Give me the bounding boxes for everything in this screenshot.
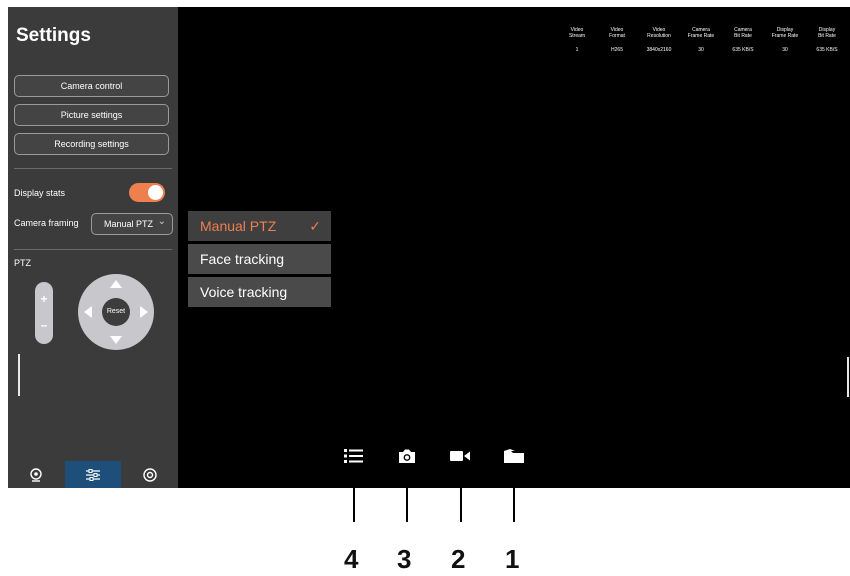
list-icon — [344, 449, 363, 463]
option-face-tracking[interactable]: Face tracking — [188, 244, 331, 274]
stat-value: 635 KB/S — [816, 47, 838, 53]
snapshot-button[interactable] — [396, 447, 418, 465]
callout-number-2: 2 — [451, 544, 466, 574]
gear-icon — [143, 467, 157, 482]
option-label: Face tracking — [200, 251, 285, 267]
option-voice-tracking[interactable]: Voice tracking — [188, 277, 331, 307]
stat-video-stream: Video Stream 1 — [556, 27, 598, 53]
stat-header: Frame Rate — [771, 33, 799, 39]
sidebar-scrollbar[interactable] — [18, 354, 20, 396]
zoom-out-button[interactable]: – — [35, 318, 53, 332]
stat-header: Resolution — [647, 33, 671, 39]
webcam-icon — [30, 467, 42, 482]
callout-number-3: 3 — [397, 544, 412, 574]
callout-number-4: 4 — [344, 544, 359, 574]
callout-line-3 — [406, 478, 408, 522]
checkmark-icon: ✓ — [309, 218, 321, 234]
camera-tab[interactable] — [8, 461, 64, 488]
pan-left-arrow[interactable] — [84, 306, 92, 318]
pan-right-arrow[interactable] — [140, 306, 148, 318]
zoom-control: + – — [35, 282, 53, 344]
record-button[interactable] — [449, 447, 471, 465]
camera-control-button[interactable]: Camera control — [14, 75, 169, 97]
stat-video-resolution: Video Resolution 3840x2160 — [638, 27, 680, 53]
stat-value: 30 — [698, 47, 704, 53]
list-button[interactable] — [343, 447, 365, 465]
camera-framing-value: Manual PTZ — [104, 219, 154, 229]
option-label: Manual PTZ — [200, 218, 277, 234]
stat-value: 30 — [782, 47, 788, 53]
stat-value: 1 — [575, 47, 579, 53]
ptz-label: PTZ — [14, 258, 31, 268]
stat-header: Frame Rate — [687, 33, 715, 39]
stat-display-frame-rate: Display Frame Rate 30 — [764, 27, 806, 53]
pan-tilt-dpad: Reset — [78, 274, 154, 350]
video-camera-icon — [450, 451, 470, 461]
stat-value: 635 KB/S — [732, 47, 754, 53]
display-stats-toggle[interactable] — [129, 183, 165, 202]
pan-up-arrow[interactable] — [110, 280, 122, 288]
stat-header: Bit Rate — [818, 33, 836, 39]
page-title: Settings — [16, 25, 91, 46]
stat-video-format: Video Format H265 — [596, 27, 638, 53]
option-label: Voice tracking — [200, 284, 288, 300]
callout-number-1: 1 — [505, 544, 520, 574]
sliders-tab[interactable] — [65, 461, 121, 488]
camera-framing-label: Camera framing — [14, 218, 79, 228]
callout-line-2 — [460, 478, 462, 522]
recording-settings-button[interactable]: Recording settings — [14, 133, 169, 155]
option-manual-ptz[interactable]: Manual PTZ ✓ — [188, 211, 331, 241]
stat-value: 3840x2160 — [646, 47, 672, 53]
settings-tab[interactable] — [122, 461, 178, 488]
camera-framing-select[interactable]: Manual PTZ ⌄ — [91, 213, 173, 235]
sliders-icon — [86, 468, 100, 481]
stat-header: Bit Rate — [734, 33, 752, 39]
chevron-down-icon: ⌄ — [157, 216, 166, 227]
picture-settings-button[interactable]: Picture settings — [14, 104, 169, 126]
gallery-button[interactable] — [503, 447, 525, 465]
display-stats-label: Display stats — [14, 188, 66, 198]
stat-display-bit-rate: Display Bit Rate 635 KB/S — [806, 27, 848, 53]
zoom-in-button[interactable]: + — [35, 292, 53, 306]
camera-icon — [399, 449, 415, 463]
stat-header: Stream — [568, 33, 586, 39]
divider — [14, 249, 172, 250]
stat-camera-frame-rate: Camera Frame Rate 30 — [680, 27, 722, 53]
stat-header: Format — [609, 33, 625, 39]
stat-value: H265 — [611, 47, 623, 53]
settings-sidebar: Settings Camera control Picture settings… — [8, 7, 178, 488]
pan-down-arrow[interactable] — [110, 336, 122, 344]
folder-icon — [504, 449, 524, 463]
camera-app-window: Settings Camera control Picture settings… — [8, 7, 850, 488]
reset-button[interactable]: Reset — [102, 298, 130, 326]
callout-line-1 — [513, 478, 515, 522]
sidebar-tabbar — [8, 461, 178, 488]
divider — [14, 168, 172, 169]
preview-scrollbar[interactable] — [847, 357, 849, 397]
stat-camera-bit-rate: Camera Bit Rate 635 KB/S — [722, 27, 764, 53]
toggle-knob — [148, 185, 163, 200]
callout-line-4 — [353, 478, 355, 522]
